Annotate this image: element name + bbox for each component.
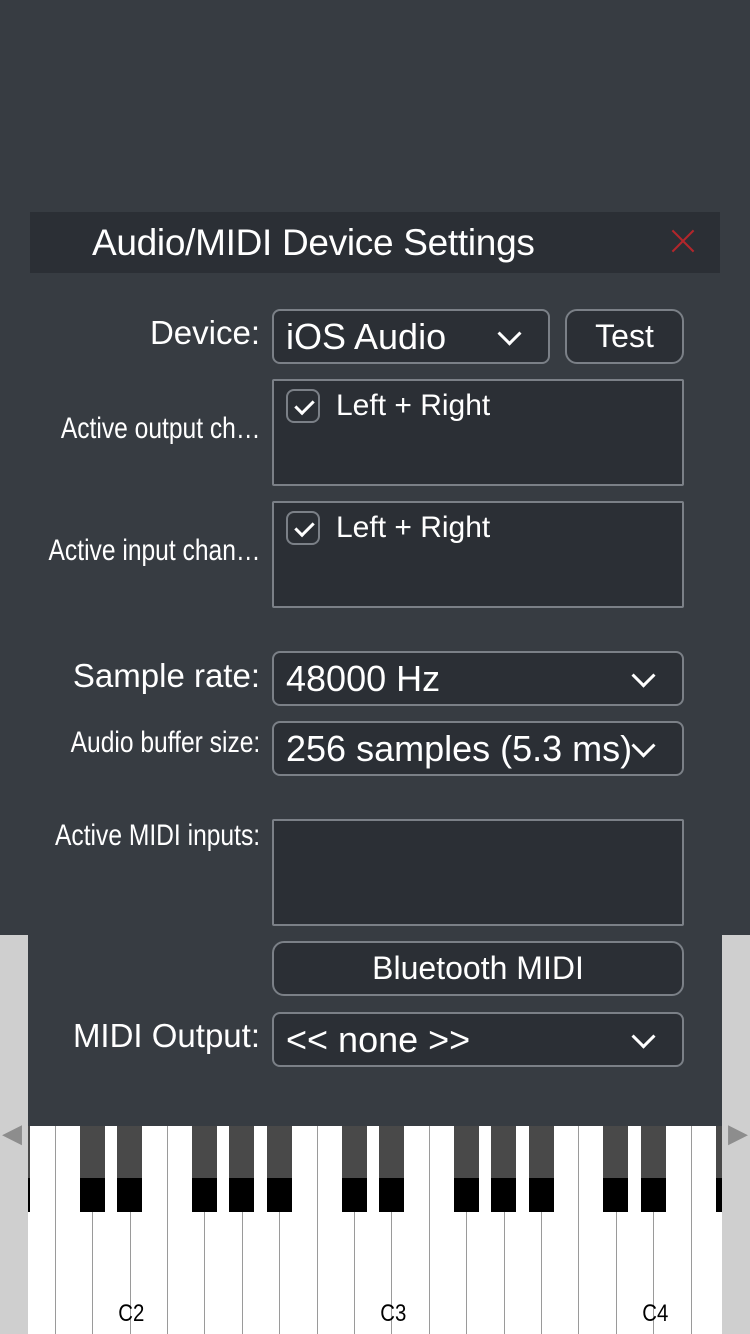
black-key-shade <box>603 1126 629 1178</box>
buffer-size-label: Audio buffer size: <box>70 726 260 759</box>
note-label-c2: C2 <box>118 1300 145 1327</box>
note-label-c4: C4 <box>642 1300 669 1327</box>
note-label-c3: C3 <box>380 1300 407 1327</box>
black-key-shade <box>229 1126 255 1178</box>
arrow-left-icon[interactable]: ◀ <box>2 1120 22 1146</box>
black-key-shade <box>266 1126 292 1178</box>
output-channel-label: Left + Right <box>336 389 491 422</box>
black-key[interactable] <box>266 1126 292 1212</box>
midi-inputs-list[interactable] <box>272 819 684 926</box>
dialog-titlebar: Audio/MIDI Device Settings <box>30 212 720 273</box>
chevron-down-icon <box>497 321 522 346</box>
piano-keyboard[interactable]: C2 C3 C4 <box>28 1126 722 1334</box>
midi-output-dropdown[interactable]: << none >> <box>272 1012 684 1067</box>
output-channels-list: Left + Right <box>272 379 684 486</box>
black-key[interactable] <box>341 1126 367 1212</box>
arrow-right-icon[interactable]: ▶ <box>728 1120 748 1146</box>
chevron-down-icon <box>631 1024 656 1049</box>
black-key[interactable] <box>715 1126 722 1212</box>
black-key[interactable] <box>453 1126 479 1212</box>
black-key[interactable] <box>491 1126 517 1212</box>
black-key[interactable] <box>79 1126 105 1212</box>
midi-output-value: << none >> <box>286 1018 471 1060</box>
black-key[interactable] <box>191 1126 217 1212</box>
list-item[interactable]: Left + Right <box>286 511 490 545</box>
checkbox-checked[interactable] <box>286 511 320 545</box>
black-key-shade <box>453 1126 479 1178</box>
black-key-shade <box>79 1126 105 1178</box>
black-key-shade <box>640 1126 666 1178</box>
input-channel-label: Left + Right <box>336 511 491 544</box>
midi-output-label: MIDI Output: <box>72 1017 260 1054</box>
black-key-shade <box>491 1126 517 1178</box>
sample-rate-value: 48000 Hz <box>286 657 441 699</box>
black-key-shade <box>341 1126 367 1178</box>
device-dropdown[interactable]: iOS Audio <box>272 309 550 364</box>
black-key[interactable] <box>603 1126 629 1212</box>
device-value: iOS Audio <box>286 315 447 357</box>
input-channels-list: Left + Right <box>272 501 684 608</box>
black-key[interactable] <box>117 1126 143 1212</box>
sample-rate-label: Sample rate: <box>72 657 260 694</box>
black-key[interactable] <box>28 1126 30 1212</box>
input-channels-label: Active input chan… <box>48 534 260 567</box>
buffer-size-value: 256 samples (5.3 ms) <box>286 727 633 769</box>
close-icon[interactable] <box>668 226 698 256</box>
white-key[interactable] <box>28 1126 55 1334</box>
black-key[interactable] <box>640 1126 666 1212</box>
output-channels-label: Active output ch… <box>60 412 260 445</box>
midi-inputs-label: Active MIDI inputs: <box>54 819 260 852</box>
black-key[interactable] <box>229 1126 255 1212</box>
device-label: Device: <box>149 314 260 351</box>
chevron-down-icon <box>631 733 656 758</box>
black-key-shade <box>191 1126 217 1178</box>
black-key[interactable] <box>528 1126 554 1212</box>
black-key-shade <box>715 1126 722 1178</box>
black-key[interactable] <box>378 1126 404 1212</box>
dialog-title: Audio/MIDI Device Settings <box>92 222 535 263</box>
chevron-down-icon <box>631 663 656 688</box>
buffer-size-dropdown[interactable]: 256 samples (5.3 ms) <box>272 721 684 776</box>
black-key-shade <box>117 1126 143 1178</box>
bluetooth-midi-button[interactable]: Bluetooth MIDI <box>272 941 684 996</box>
sample-rate-dropdown[interactable]: 48000 Hz <box>272 651 684 706</box>
checkbox-checked[interactable] <box>286 389 320 423</box>
black-key-shade <box>28 1126 30 1178</box>
audio-midi-settings-dialog: Audio/MIDI Device Settings Device: iOS A… <box>28 212 722 1126</box>
test-button[interactable]: Test <box>565 309 684 364</box>
black-key-shade <box>378 1126 404 1178</box>
list-item[interactable]: Left + Right <box>286 389 490 423</box>
black-key-shade <box>528 1126 554 1178</box>
